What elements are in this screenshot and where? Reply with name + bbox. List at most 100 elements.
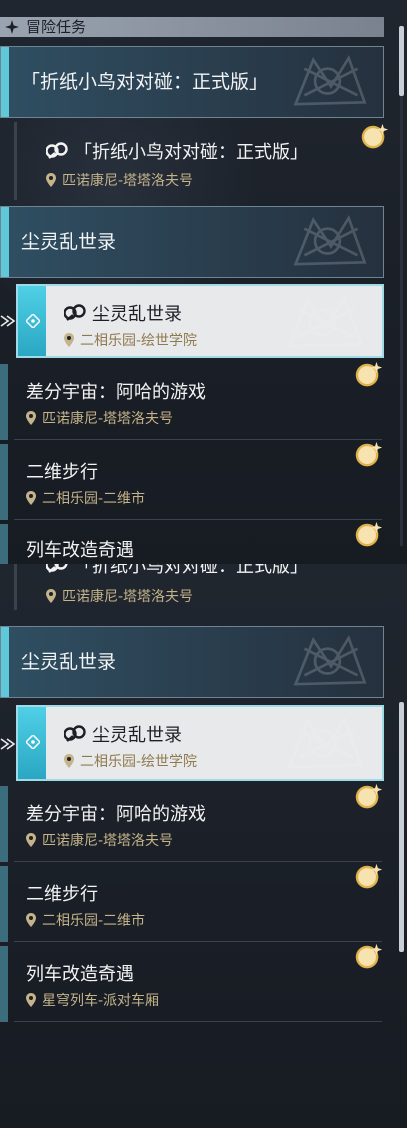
scrollbar-track[interactable]: [400, 26, 403, 546]
chapter-bar-origami[interactable]: 「折纸小鸟对对碰：正式版」: [0, 46, 384, 118]
quest-edge: [0, 524, 8, 564]
location-pin-icon: [26, 411, 36, 425]
divider: [14, 941, 382, 942]
quest-origami[interactable]: 「折纸小鸟对对碰：正式版」 匹诺康尼-塔塔洛夫号: [0, 564, 382, 610]
location-pin-icon: [26, 993, 36, 1007]
quest-location: 匹诺康尼-塔塔洛夫号: [26, 408, 173, 428]
quest-dust-selected[interactable]: 尘灵乱世录 二相乐园-绘世学院: [16, 284, 384, 358]
new-badge-icon: [355, 783, 383, 809]
star-icon: [5, 20, 19, 34]
divider: [14, 439, 382, 440]
quest-item[interactable]: 差分宇宙：阿哈的游戏 匹诺康尼-塔塔洛夫号: [0, 364, 382, 440]
divider: [14, 519, 382, 520]
chapter-label: 「折纸小鸟对对碰：正式版」: [21, 71, 269, 93]
new-badge-icon: [355, 441, 383, 467]
chapter-label: 尘灵乱世录: [21, 651, 117, 673]
chapter-bar-dust[interactable]: 尘灵乱世录: [0, 626, 384, 698]
selection-arrow-icon: [0, 738, 16, 750]
quest-location: 二相乐园-二维市: [26, 488, 145, 508]
quest-title-text: 尘灵乱世录: [92, 725, 182, 746]
quest-origami[interactable]: 「折纸小鸟对对碰：正式版」 匹诺康尼-塔塔洛夫号: [0, 122, 382, 200]
quest-type-icon: [64, 304, 86, 322]
location-pin-icon: [64, 754, 74, 768]
diamond-icon: [26, 735, 40, 749]
emblem-icon: [294, 216, 366, 266]
quest-location-text: 匹诺康尼-塔塔洛夫号: [42, 833, 174, 849]
quest-panel-top: 冒险任务 「折纸小鸟对对碰：正式版」 「折纸小鸟对对碰：正式版」 匹诺康尼-塔塔…: [0, 0, 407, 564]
quest-edge: [14, 564, 17, 610]
location-pin-icon: [64, 333, 74, 347]
quest-item[interactable]: 差分宇宙：阿哈的游戏 匹诺康尼-塔塔洛夫号: [0, 786, 382, 862]
quest-location-text: 星穹列车-派对车厢: [42, 993, 160, 1009]
quest-title: 尘灵乱世录: [64, 300, 182, 326]
quest-item[interactable]: 二维步行 二相乐园-二维市: [0, 444, 382, 520]
new-badge-icon: [361, 123, 389, 149]
quest-edge: [0, 866, 8, 942]
quest-location: 匹诺康尼-塔塔洛夫号: [26, 830, 173, 850]
quest-title-text: 「折纸小鸟对对碰：正式版」: [74, 564, 308, 577]
new-badge-icon: [355, 863, 383, 889]
section-header: 冒险任务: [0, 17, 384, 37]
quest-edge: [0, 444, 8, 520]
quest-title-text: 「折纸小鸟对对碰：正式版」: [74, 142, 308, 163]
scrollbar-thumb[interactable]: [399, 26, 404, 96]
emblem-icon: [294, 636, 366, 686]
quest-location-text: 匹诺康尼-塔塔洛夫号: [62, 589, 194, 605]
quest-edge: [0, 364, 8, 440]
quest-location-text: 匹诺康尼-塔塔洛夫号: [42, 411, 174, 427]
quest-title: 列车改造奇遇: [26, 964, 134, 985]
location-pin-icon: [26, 833, 36, 847]
selection-arrow-icon: [0, 315, 16, 327]
quest-location-text: 二相乐园-二维市: [42, 913, 146, 929]
chapter-accent: [1, 627, 9, 697]
new-badge-icon: [355, 943, 383, 969]
new-badge-icon: [355, 521, 383, 547]
quest-location: 匹诺康尼-塔塔洛夫号: [46, 170, 193, 190]
quest-location: 二相乐园-绘世学院: [64, 330, 197, 350]
location-pin-icon: [46, 589, 56, 603]
quest-location-text: 二相乐园-二维市: [42, 491, 146, 507]
quest-title: 差分宇宙：阿哈的游戏: [26, 382, 206, 403]
emblem-icon: [287, 296, 363, 348]
quest-panel-bottom: 「折纸小鸟对对碰：正式版」 匹诺康尼-塔塔洛夫号 尘灵乱世录 尘灵乱世录 二相乐…: [0, 564, 407, 1128]
quest-location-text: 匹诺康尼-塔塔洛夫号: [62, 173, 194, 189]
quest-title: 「折纸小鸟对对碰：正式版」: [46, 138, 308, 164]
quest-item[interactable]: 列车改造奇遇: [0, 524, 382, 564]
divider: [14, 861, 382, 862]
quest-location: 二相乐园-二维市: [26, 910, 145, 930]
quest-title-text: 尘灵乱世录: [92, 304, 182, 325]
location-pin-icon: [26, 913, 36, 927]
quest-title: 「折纸小鸟对对碰：正式版」: [46, 564, 308, 578]
divider: [14, 1021, 382, 1022]
section-title: 冒险任务: [26, 18, 87, 36]
quest-type-icon: [64, 725, 86, 743]
quest-location: 星穹列车-派对车厢: [26, 990, 159, 1010]
quest-title: 差分宇宙：阿哈的游戏: [26, 804, 206, 825]
quest-location-text: 二相乐园-绘世学院: [80, 754, 198, 770]
quest-location-text: 二相乐园-绘世学院: [80, 333, 198, 349]
quest-dust-selected[interactable]: 尘灵乱世录 二相乐园-绘世学院: [16, 705, 384, 781]
quest-location: 匹诺康尼-塔塔洛夫号: [46, 586, 193, 606]
quest-edge: [14, 122, 17, 200]
quest-location: 二相乐园-绘世学院: [64, 751, 197, 771]
quest-item[interactable]: 列车改造奇遇 星穹列车-派对车厢: [0, 946, 382, 1022]
emblem-icon: [294, 56, 366, 106]
chapter-accent: [1, 47, 9, 117]
chapter-bar-dust[interactable]: 尘灵乱世录: [0, 206, 384, 278]
quest-edge: [0, 786, 8, 862]
location-pin-icon: [26, 491, 36, 505]
diamond-icon: [26, 314, 40, 328]
chapter-label: 尘灵乱世录: [21, 231, 117, 253]
emblem-icon: [287, 717, 363, 769]
quest-title: 二维步行: [26, 884, 98, 905]
quest-item[interactable]: 二维步行 二相乐园-二维市: [0, 866, 382, 942]
location-pin-icon: [46, 173, 56, 187]
quest-type-icon: [46, 564, 68, 574]
new-badge-icon: [355, 361, 383, 387]
quest-type-icon: [46, 142, 68, 160]
quest-title: 尘灵乱世录: [64, 721, 182, 747]
scrollbar-thumb[interactable]: [399, 702, 404, 952]
quest-title: 列车改造奇遇: [26, 540, 134, 561]
chapter-accent: [1, 207, 9, 277]
quest-edge: [0, 946, 8, 1022]
